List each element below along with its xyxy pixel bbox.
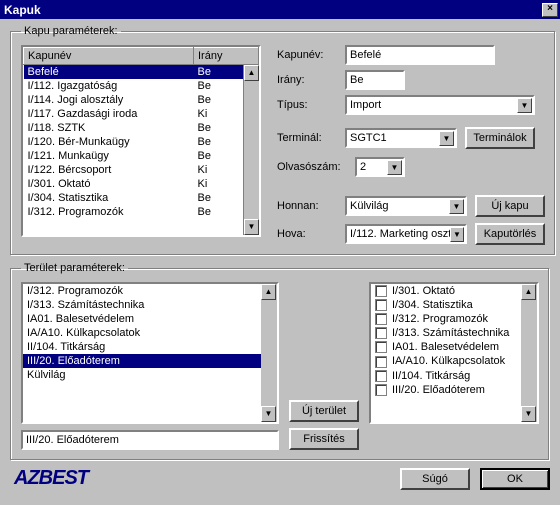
list-item[interactable]: I/313. Számítástechnika [23,298,261,312]
checklist-item[interactable]: III/20. Előadóterem [371,383,521,397]
area-list[interactable]: I/312. ProgramozókI/313. Számítástechnik… [21,282,279,424]
scroll-up-icon[interactable]: ▲ [521,284,536,300]
table-row[interactable]: I/117. Gazdasági irodaKi [24,107,259,121]
checkbox-icon[interactable] [375,313,387,325]
col-irany[interactable]: Irány [194,48,259,65]
titlebar: Kapuk × [0,0,560,19]
tipus-combo[interactable]: Import ▼ [345,95,535,115]
terminal-combo[interactable]: SGTC1 ▼ [345,128,457,148]
checklist-item[interactable]: I/312. Programozók [371,312,521,326]
scroll-down-icon[interactable]: ▼ [521,406,536,422]
table-row[interactable]: I/112. IgazgatóságBe [24,79,259,93]
label-terminal: Terminál: [277,132,345,144]
label-kapunev: Kapunév: [277,49,345,61]
ok-button[interactable]: OK [480,468,550,490]
checklist-item[interactable]: I/304. Statisztika [371,298,521,312]
checkbox-icon[interactable] [375,299,387,311]
chevron-down-icon[interactable]: ▼ [517,98,532,113]
table-row[interactable]: BefeléBe [24,65,259,80]
list-item[interactable]: I/312. Programozók [23,284,261,298]
honnan-combo[interactable]: Külvilág ▼ [345,196,467,216]
kapunev-input[interactable] [345,45,495,65]
checklist-item[interactable]: II/104. Titkárság [371,369,521,383]
list-item[interactable]: IA/A10. Külkapcsolatok [23,326,261,340]
list-item[interactable]: Külvilág [23,368,261,382]
ujkapu-button[interactable]: Új kapu [475,195,545,217]
checkbox-icon[interactable] [375,356,387,368]
table-row[interactable]: I/118. SZTKBe [24,121,259,135]
chevron-down-icon[interactable]: ▼ [449,199,464,214]
area-params-legend: Terület paraméterek: [21,262,128,274]
scroll-down-icon[interactable]: ▼ [261,406,276,422]
list-item[interactable]: II/104. Titkárság [23,340,261,354]
table-row[interactable]: I/301. OktatóKi [24,177,259,191]
kaputorles-button[interactable]: Kaputörlés [475,223,545,245]
gate-table[interactable]: Kapunév Irány BefeléBeI/112. Igazgatóság… [21,45,261,237]
irany-input[interactable] [345,70,405,90]
scroll-down-icon[interactable]: ▼ [244,219,259,235]
checkbox-icon[interactable] [375,285,387,297]
area-list-scrollbar[interactable]: ▲ ▼ [261,284,277,422]
table-row[interactable]: I/122. BércsoportKi [24,163,259,177]
gate-params-group: Kapu paraméterek: Kapunév Irány BefeléBe… [10,25,556,256]
checkbox-icon[interactable] [375,341,387,353]
checklist-scrollbar[interactable]: ▲ ▼ [521,284,537,422]
list-item[interactable]: IA01. Balesetvédelem [23,312,261,326]
checkbox-icon[interactable] [375,327,387,339]
checklist-item[interactable]: IA01. Balesetvédelem [371,340,521,354]
checkbox-icon[interactable] [375,384,387,396]
table-row[interactable]: I/312. ProgramozókBe [24,205,259,219]
hova-combo[interactable]: I/112. Marketing osztá ▼ [345,224,467,244]
table-row[interactable]: I/304. StatisztikaBe [24,191,259,205]
logo: AZBEST [14,467,88,490]
list-item[interactable]: III/20. Előadóterem [23,354,261,368]
scroll-up-icon[interactable]: ▲ [261,284,276,300]
chevron-down-icon[interactable]: ▼ [387,160,402,175]
table-row[interactable]: I/121. MunkaügyBe [24,149,259,163]
selected-area-input[interactable] [21,430,279,450]
label-tipus: Típus: [277,99,345,111]
scroll-up-icon[interactable]: ▲ [244,65,259,81]
chevron-down-icon[interactable]: ▼ [439,131,454,146]
checkbox-icon[interactable] [375,370,387,382]
table-row[interactable]: I/120. Bér-MunkaügyBe [24,135,259,149]
checklist-item[interactable]: I/301. Oktató [371,284,521,298]
window-title: Kapuk [4,3,41,17]
label-hova: Hova: [277,228,345,240]
gate-params-legend: Kapu paraméterek: [21,25,121,37]
close-icon[interactable]: × [542,3,558,17]
ujterulet-button[interactable]: Új terület [289,400,359,422]
sugo-button[interactable]: Súgó [400,468,470,490]
area-params-group: Terület paraméterek: I/312. ProgramozókI… [10,262,550,461]
label-honnan: Honnan: [277,200,345,212]
area-checklist[interactable]: I/301. OktatóI/304. StatisztikaI/312. Pr… [369,282,539,424]
label-olvaso: Olvasószám: [277,161,355,173]
table-row[interactable]: I/114. Jogi alosztályBe [24,93,259,107]
frissites-button[interactable]: Frissítés [289,428,359,450]
chevron-down-icon[interactable]: ▼ [450,227,464,242]
label-irany: Irány: [277,74,345,86]
col-kapunev[interactable]: Kapunév [24,48,194,65]
checklist-item[interactable]: IA/A10. Külkapcsolatok [371,354,521,368]
olvaso-combo[interactable]: 2 ▼ [355,157,405,177]
terminalok-button[interactable]: Terminálok [465,127,535,149]
checklist-item[interactable]: I/313. Számítástechnika [371,326,521,340]
gate-table-scrollbar[interactable]: ▲ ▼ [243,65,259,235]
